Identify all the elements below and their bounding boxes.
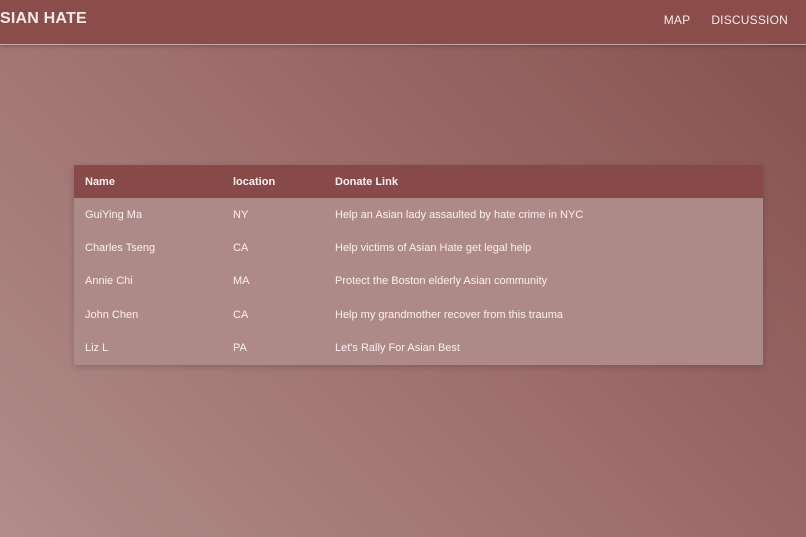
cell-donate-link[interactable]: Help victims of Asian Hate get legal hel… bbox=[324, 231, 763, 264]
table-row: John Chen CA Help my grandmother recover… bbox=[74, 298, 763, 331]
cell-location: PA bbox=[233, 342, 247, 355]
cell-name: John Chen bbox=[85, 308, 139, 321]
table-header-row: Name location Donate Link bbox=[74, 165, 763, 198]
top-navbar: SIAN HATE MAP DISCUSSION bbox=[0, 0, 806, 44]
cell-name: Liz L bbox=[85, 342, 109, 355]
cell-donate-link[interactable]: Let's Rally For Asian Best bbox=[324, 332, 763, 365]
column-header-name: Name bbox=[85, 175, 115, 188]
cell-name: Annie Chi bbox=[85, 275, 133, 288]
table-row: GuiYing Ma NY Help an Asian lady assault… bbox=[74, 198, 763, 231]
donations-table-container: Name location Donate Link GuiYing Ma NY … bbox=[74, 165, 763, 365]
table-row: Liz L PA Let's Rally For Asian Best bbox=[74, 332, 763, 365]
cell-name: Charles Tseng bbox=[85, 242, 156, 255]
cell-location: CA bbox=[233, 242, 249, 255]
cell-location: NY bbox=[233, 208, 249, 221]
cell-donate-link[interactable]: Help my grandmother recover from this tr… bbox=[324, 298, 763, 331]
nav-links: MAP DISCUSSION bbox=[664, 13, 788, 27]
cell-donate-link[interactable]: Protect the Boston elderly Asian communi… bbox=[324, 265, 763, 298]
site-title[interactable]: SIAN HATE bbox=[0, 10, 87, 28]
table-row: Charles Tseng CA Help victims of Asian H… bbox=[74, 231, 763, 264]
nav-link-map[interactable]: MAP bbox=[664, 13, 691, 27]
nav-link-discussion[interactable]: DISCUSSION bbox=[711, 13, 788, 27]
cell-location: MA bbox=[233, 275, 250, 288]
cell-donate-link[interactable]: Help an Asian lady assaulted by hate cri… bbox=[324, 198, 763, 231]
column-header-location: location bbox=[233, 175, 276, 188]
cell-location: CA bbox=[233, 308, 249, 321]
table-row: Annie Chi MA Protect the Boston elderly … bbox=[74, 265, 763, 298]
donations-table: Name location Donate Link GuiYing Ma NY … bbox=[74, 165, 763, 365]
column-header-donate-link: Donate Link bbox=[335, 175, 398, 188]
cell-name: GuiYing Ma bbox=[85, 208, 143, 221]
